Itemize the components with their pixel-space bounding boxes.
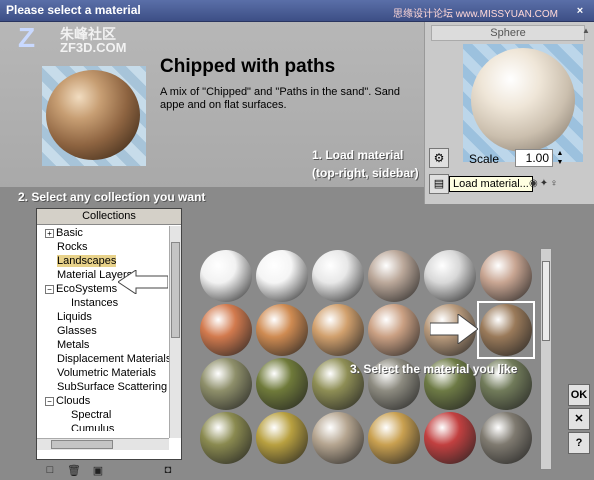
material-sphere[interactable] <box>480 412 532 464</box>
annotation-step3: 3. Select the material you like <box>350 362 518 376</box>
scale-input[interactable]: 1.00 <box>515 149 553 167</box>
arrow-to-material-icon <box>430 314 478 344</box>
material-sphere[interactable] <box>200 412 252 464</box>
open-folder-icon[interactable]: ▣ <box>90 464 106 478</box>
collection-item-label: Rocks <box>57 241 88 253</box>
material-sphere[interactable] <box>256 250 308 302</box>
collections-hscroll-thumb[interactable] <box>51 440 113 449</box>
material-sphere[interactable] <box>200 304 252 356</box>
material-sphere[interactable] <box>312 304 364 356</box>
collection-item[interactable]: Displacement Materials <box>37 352 169 366</box>
collection-item[interactable]: Instances <box>37 296 169 310</box>
material-description: A mix of "Chipped" and "Paths in the san… <box>160 86 401 111</box>
material-sphere[interactable] <box>256 412 308 464</box>
material-sphere[interactable] <box>200 358 252 410</box>
window-title: Please select a material <box>6 3 141 17</box>
window-close-button[interactable]: × <box>572 3 588 19</box>
collection-item-label: Landscapes <box>57 255 117 267</box>
collection-item-label: Spectral <box>71 409 112 421</box>
collection-item-label: Cumulus <box>71 423 115 431</box>
info-icon[interactable]: ◘ <box>160 464 176 478</box>
collection-item-label: Glasses <box>57 325 97 337</box>
ok-button[interactable]: OK <box>568 384 590 406</box>
annotation-step1-line1: 1. Load material <box>312 148 404 162</box>
annotation-step2: 2. Select any collection you want <box>18 190 206 204</box>
collection-item[interactable]: + Basic <box>37 226 169 240</box>
scale-stepper[interactable]: ▲ ▼ <box>555 149 565 167</box>
collection-item[interactable]: SubSurface Scattering <box>37 380 169 394</box>
collection-item[interactable]: Volumetric Materials <box>37 366 169 380</box>
sphere-tab[interactable]: Sphere <box>431 25 585 41</box>
material-sphere[interactable] <box>256 304 308 356</box>
material-title: Chipped with paths <box>160 56 336 77</box>
collections-scroll-thumb[interactable] <box>171 242 180 338</box>
collection-item-label: SubSurface Scattering <box>57 381 168 393</box>
collections-toolbar: □ 🗑 ▣ ◘ <box>42 464 182 480</box>
annotation-step1-line2: (top-right, sidebar) <box>312 166 419 180</box>
sphere-scroll-up-icon[interactable]: ▲ <box>582 26 592 38</box>
collections-header: Collections <box>37 209 181 225</box>
selected-material-frame <box>477 301 535 359</box>
collection-item[interactable]: Liquids <box>37 310 169 324</box>
material-sphere[interactable] <box>424 250 476 302</box>
collection-item[interactable]: Cumulus <box>37 422 169 431</box>
collection-item-label: Clouds <box>56 395 91 407</box>
collections-panel: Collections + Basic Rocks Landscapes Materia… <box>36 208 182 460</box>
collection-item[interactable]: Spectral <box>37 408 169 422</box>
scale-label: Scale <box>469 152 500 166</box>
collapse-icon[interactable]: − <box>45 396 54 406</box>
cancel-button[interactable]: ✕ <box>568 408 590 430</box>
collections-vertical-scrollbar[interactable] <box>169 226 181 438</box>
logo-icon: Z <box>18 22 36 53</box>
collections-tree: + Basic Rocks Landscapes Material Layers − Eco… <box>37 226 169 431</box>
sphere-preview-ball <box>471 48 575 152</box>
material-sphere[interactable] <box>256 358 308 410</box>
material-grid <box>196 246 540 474</box>
collection-item[interactable]: Metals <box>37 338 169 352</box>
material-sphere[interactable] <box>480 250 532 302</box>
collection-item[interactable]: Rocks <box>37 240 169 254</box>
material-sphere[interactable] <box>424 412 476 464</box>
collection-item-label: Instances <box>71 297 119 309</box>
load-material-tooltip: Load material... <box>449 176 533 192</box>
sphere-tool-icons[interactable]: ◉✦♀ <box>529 178 560 189</box>
material-info-panel: Z 朱峰社区 ZF3D.COM Chipped with paths A mix… <box>0 22 424 187</box>
collections-horizontal-scrollbar[interactable] <box>37 438 169 450</box>
watermark-text: 思缘设计论坛 www.MISSYUAN.COM <box>392 9 558 20</box>
material-thumbnail-sphere <box>46 70 140 160</box>
collection-item[interactable]: Landscapes <box>37 254 169 268</box>
sphere-preview-panel: Sphere ▲ ⚙ Scale 1.00 ▲ ▼ ▤ Load material… <box>424 22 594 204</box>
help-button[interactable]: ? <box>568 432 590 454</box>
material-sphere[interactable] <box>312 250 364 302</box>
material-sphere[interactable] <box>368 412 420 464</box>
collection-item-label: Displacement Materials <box>57 353 169 365</box>
material-thumbnail <box>42 66 146 166</box>
load-material-icon[interactable]: ⚙ <box>429 148 449 168</box>
delete-icon[interactable]: 🗑 <box>66 464 82 478</box>
material-grid-scrollbar[interactable] <box>540 248 552 470</box>
collection-item-label: Liquids <box>57 311 92 323</box>
collection-item-label: Volumetric Materials <box>57 367 157 379</box>
material-dialog: Z 朱峰社区 ZF3D.COM Chipped with paths A mix… <box>0 22 594 480</box>
collection-item-label: EcoSystems <box>56 283 118 295</box>
material-sphere[interactable] <box>200 250 252 302</box>
collapse-icon[interactable]: − <box>45 284 54 294</box>
arrow-to-landscapes-icon <box>118 270 168 294</box>
collection-item-label: Metals <box>57 339 90 351</box>
collection-item-label: Basic <box>56 227 83 239</box>
collection-item[interactable]: Glasses <box>37 324 169 338</box>
material-sphere[interactable] <box>368 250 420 302</box>
title-bar: Please select a material 思缘设计论坛 www.MISS… <box>0 0 594 22</box>
new-collection-icon[interactable]: □ <box>42 464 58 478</box>
expand-icon[interactable]: + <box>45 228 54 238</box>
material-sphere[interactable] <box>368 304 420 356</box>
material-sphere[interactable] <box>312 412 364 464</box>
annotation-step1: 1. Load material (top-right, sidebar) <box>312 146 419 182</box>
collection-item[interactable]: − Clouds <box>37 394 169 408</box>
folder-icon[interactable]: ▤ <box>429 174 449 194</box>
logo-site-text: ZF3D.COM <box>60 40 127 55</box>
material-grid-scroll-thumb[interactable] <box>542 261 550 341</box>
sphere-preview <box>463 44 583 162</box>
